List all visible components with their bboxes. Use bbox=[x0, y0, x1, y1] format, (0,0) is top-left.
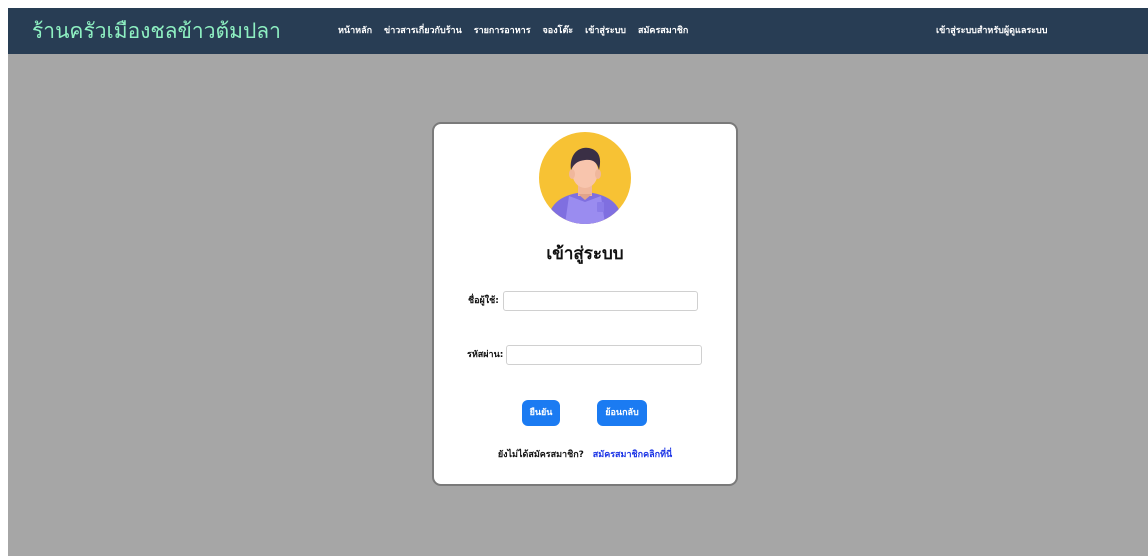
nav-item-news[interactable]: ข่าวสารเกี่ยวกับร้าน bbox=[384, 23, 462, 39]
username-label: ชื่อผู้ใช้: bbox=[468, 296, 499, 306]
nav-item-login[interactable]: เข้าสู่ระบบ bbox=[585, 23, 626, 39]
nav-item-admin-login[interactable]: เข้าสู่ระบบสำหรับผู้ดูแลระบบ bbox=[936, 23, 1047, 39]
password-label: รหัสผ่าน: bbox=[467, 350, 504, 360]
user-avatar-icon bbox=[539, 132, 631, 224]
navbar: ร้านครัวเมืองชลข้าวต้มปลา หน้าหลัก ข่าวส… bbox=[8, 8, 1148, 54]
nav-item-menu[interactable]: รายการอาหาร bbox=[474, 23, 531, 39]
register-prompt-text: ยังไม่ได้สมัครสมาชิก? bbox=[497, 450, 584, 460]
confirm-button[interactable]: ยืนยัน bbox=[522, 400, 560, 426]
login-title: เข้าสู่ระบบ bbox=[546, 244, 624, 264]
register-link[interactable]: สมัครสมาชิกคลิกที่นี่ bbox=[593, 450, 672, 460]
brand-logo[interactable]: ร้านครัวเมืองชลข้าวต้มปลา bbox=[32, 17, 281, 45]
login-card: เข้าสู่ระบบ ชื่อผู้ใช้: รหัสผ่าน: ยืนยัน… bbox=[432, 122, 738, 486]
register-prompt-line: ยังไม่ได้สมัครสมาชิก? สมัครสมาชิกคลิกที่… bbox=[434, 448, 736, 462]
nav-item-register[interactable]: สมัครสมาชิก bbox=[638, 23, 688, 39]
nav-item-home[interactable]: หน้าหลัก bbox=[338, 23, 372, 39]
back-button[interactable]: ย้อนกลับ bbox=[597, 400, 647, 426]
password-input[interactable] bbox=[506, 345, 702, 365]
nav-links: หน้าหลัก ข่าวสารเกี่ยวกับร้าน รายการอาหา… bbox=[338, 23, 688, 39]
username-input[interactable] bbox=[503, 291, 698, 311]
nav-item-reserve-table[interactable]: จองโต๊ะ bbox=[543, 23, 574, 39]
page-frame: ร้านครัวเมืองชลข้าวต้มปลา หน้าหลัก ข่าวส… bbox=[8, 8, 1148, 556]
